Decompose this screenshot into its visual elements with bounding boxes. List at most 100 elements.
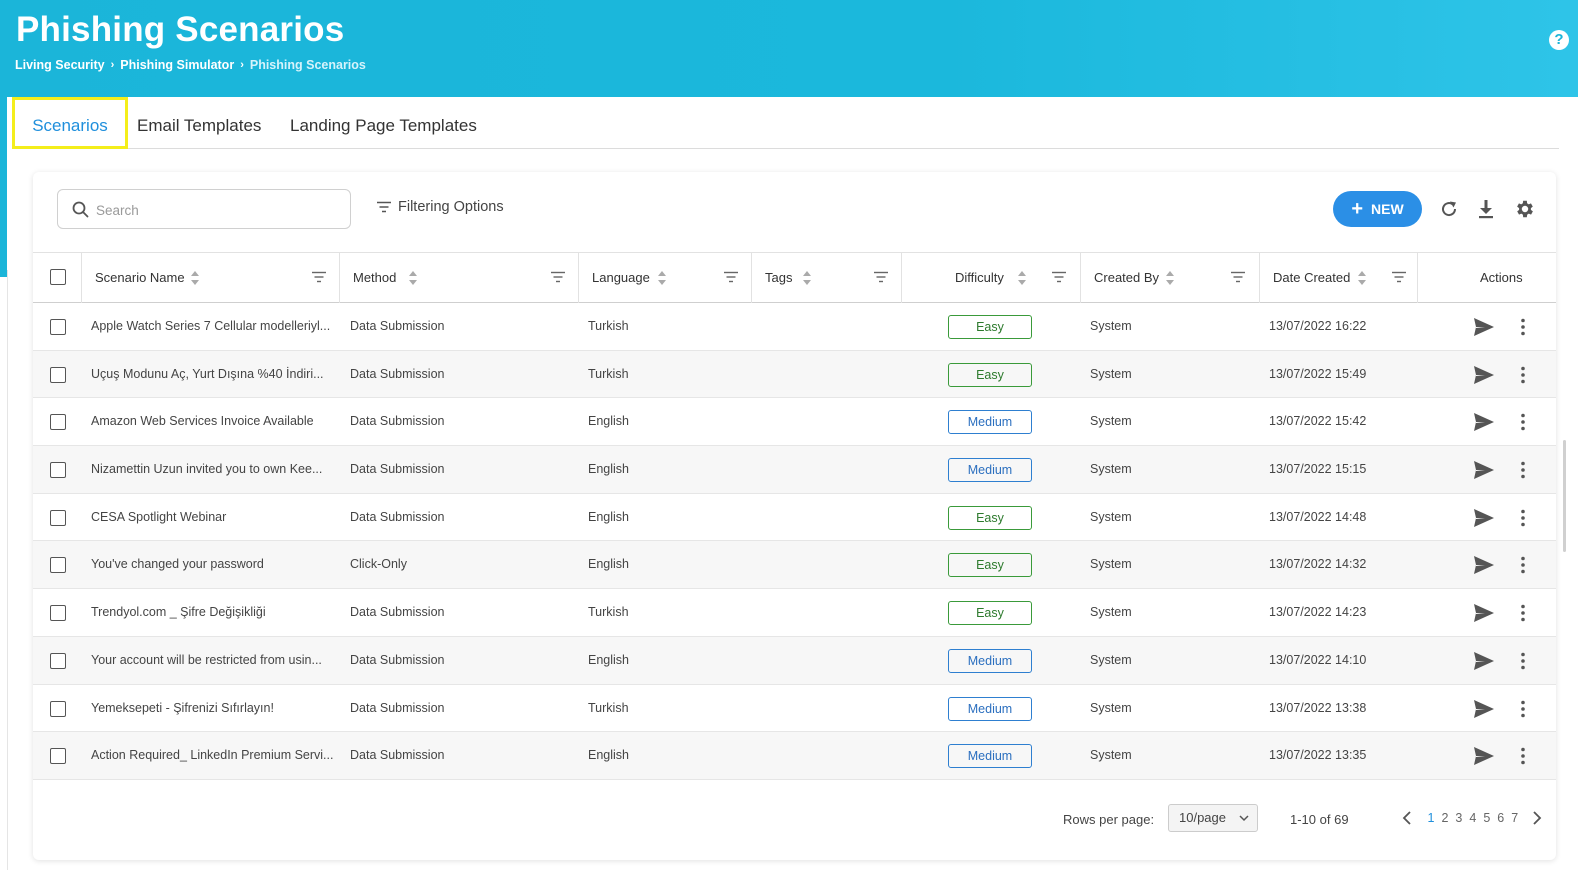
- more-options-icon[interactable]: [1517, 699, 1529, 719]
- send-icon[interactable]: [1473, 555, 1495, 575]
- column-method[interactable]: Method: [340, 253, 579, 303]
- more-options-icon[interactable]: [1517, 460, 1529, 480]
- rows-per-page-select[interactable]: 10/page: [1168, 804, 1258, 832]
- send-icon[interactable]: [1473, 365, 1495, 385]
- filtering-options-button[interactable]: Filtering Options: [376, 199, 504, 215]
- page-number[interactable]: 6: [1497, 811, 1504, 825]
- tab-scenarios[interactable]: Scenarios: [12, 97, 128, 149]
- row-checkbox[interactable]: [50, 652, 66, 669]
- scenario-name-cell[interactable]: Trendyol.com _ Şifre Değişikliği: [91, 589, 336, 636]
- filter-icon[interactable]: [1051, 271, 1067, 283]
- sort-icon[interactable]: [802, 270, 812, 286]
- filter-icon[interactable]: [1230, 271, 1246, 283]
- more-options-icon[interactable]: [1517, 746, 1529, 766]
- table-row[interactable]: Apple Watch Series 7 Cellular modelleriy…: [33, 303, 1556, 351]
- more-options-icon[interactable]: [1517, 508, 1529, 528]
- sort-icon[interactable]: [190, 270, 200, 286]
- select-all-checkbox[interactable]: [50, 269, 66, 285]
- column-created-by[interactable]: Created By: [1081, 253, 1260, 303]
- table-row[interactable]: Yemeksepeti - Şifrenizi Sıfırlayın! Data …: [33, 685, 1556, 733]
- send-icon[interactable]: [1473, 603, 1495, 623]
- column-scenario-name[interactable]: Scenario Name: [82, 253, 340, 303]
- help-icon[interactable]: ?: [1549, 30, 1569, 50]
- sort-icon[interactable]: [408, 270, 418, 286]
- scenario-name-cell[interactable]: Action Required_ LinkedIn Premium Servi.…: [91, 732, 336, 779]
- page-number[interactable]: 7: [1511, 811, 1518, 825]
- send-icon[interactable]: [1473, 508, 1495, 528]
- date-created-cell: 13/07/2022 13:38: [1269, 700, 1367, 715]
- column-language[interactable]: Language: [579, 253, 752, 303]
- table-row[interactable]: Trendyol.com _ Şifre Değişikliği Data Sub…: [33, 589, 1556, 637]
- filter-icon[interactable]: [311, 271, 327, 283]
- row-checkbox[interactable]: [50, 605, 66, 622]
- scenario-name-cell[interactable]: You've changed your password: [91, 541, 336, 588]
- tab-email-templates[interactable]: Email Templates: [137, 97, 261, 149]
- send-icon[interactable]: [1473, 412, 1495, 432]
- row-checkbox[interactable]: [50, 462, 66, 479]
- table-row[interactable]: Amazon Web Services Invoice Available Dat…: [33, 398, 1556, 447]
- send-icon[interactable]: [1473, 651, 1495, 671]
- row-checkbox[interactable]: [50, 319, 66, 335]
- sort-icon[interactable]: [657, 270, 667, 286]
- more-options-icon[interactable]: [1517, 603, 1529, 623]
- tags-cell: [764, 303, 884, 350]
- search-input[interactable]: [96, 198, 336, 222]
- page-number[interactable]: 4: [1469, 811, 1476, 825]
- table-row[interactable]: You've changed your password Click-Only En…: [33, 541, 1556, 590]
- breadcrumb-item-living-security[interactable]: Living Security: [15, 58, 105, 72]
- page-number[interactable]: 3: [1455, 811, 1462, 825]
- send-icon[interactable]: [1473, 699, 1495, 719]
- more-options-icon[interactable]: [1517, 317, 1529, 337]
- scenario-name-cell[interactable]: Uçuş Modunu Aç, Yurt Dışına %40 İndiri..…: [91, 351, 336, 398]
- download-icon[interactable]: [1475, 198, 1497, 220]
- send-icon[interactable]: [1473, 317, 1495, 337]
- send-icon[interactable]: [1473, 746, 1495, 766]
- more-options-icon[interactable]: [1517, 412, 1529, 432]
- refresh-icon[interactable]: [1438, 198, 1460, 220]
- row-checkbox[interactable]: [50, 414, 66, 431]
- breadcrumb-item-phishing-simulator[interactable]: Phishing Simulator: [120, 58, 234, 72]
- date-created-cell: 13/07/2022 15:49: [1269, 366, 1367, 381]
- column-difficulty[interactable]: Difficulty: [902, 253, 1081, 303]
- filter-icon[interactable]: [1391, 271, 1407, 283]
- next-page-icon[interactable]: [1530, 810, 1544, 826]
- scenario-name-cell[interactable]: Amazon Web Services Invoice Available: [91, 398, 336, 445]
- table-row[interactable]: CESA Spotlight Webinar Data Submission Eng…: [33, 494, 1556, 542]
- column-date-created[interactable]: Date Created: [1260, 253, 1418, 303]
- sort-icon[interactable]: [1017, 270, 1027, 286]
- scrollbar[interactable]: [1563, 440, 1566, 552]
- table-row[interactable]: Action Required_ LinkedIn Premium Servi.…: [33, 732, 1556, 780]
- method-cell: Data Submission: [350, 462, 445, 477]
- row-checkbox[interactable]: [50, 509, 66, 526]
- scenario-name-cell[interactable]: Yemeksepeti - Şifrenizi Sıfırlayın!: [91, 685, 336, 732]
- row-checkbox[interactable]: [50, 557, 66, 574]
- scenario-name-cell[interactable]: CESA Spotlight Webinar: [91, 494, 336, 541]
- settings-icon[interactable]: [1514, 198, 1536, 220]
- sort-icon[interactable]: [1357, 270, 1367, 286]
- filter-icon[interactable]: [723, 271, 739, 283]
- prev-page-icon[interactable]: [1400, 810, 1414, 826]
- table-row[interactable]: Your account will be restricted from usi…: [33, 636, 1556, 685]
- new-scenario-button[interactable]: + NEW: [1333, 191, 1422, 227]
- scenario-name-cell[interactable]: Nizamettin Uzun invited you to own Kee..…: [91, 446, 336, 493]
- row-checkbox[interactable]: [50, 700, 66, 717]
- page-number[interactable]: 2: [1441, 811, 1448, 825]
- table-row[interactable]: Uçuş Modunu Aç, Yurt Dışına %40 İndiri..…: [33, 350, 1556, 399]
- created-by-cell: System: [1090, 366, 1132, 381]
- more-options-icon[interactable]: [1517, 555, 1529, 575]
- scenario-name-cell[interactable]: Apple Watch Series 7 Cellular modelleriy…: [91, 303, 336, 350]
- page-number[interactable]: 5: [1483, 811, 1490, 825]
- filter-icon[interactable]: [550, 271, 566, 283]
- table-row[interactable]: Nizamettin Uzun invited you to own Kee..…: [33, 446, 1556, 494]
- row-checkbox[interactable]: [50, 366, 66, 383]
- sort-icon[interactable]: [1165, 270, 1175, 286]
- send-icon[interactable]: [1473, 460, 1495, 480]
- row-checkbox[interactable]: [50, 748, 66, 765]
- more-options-icon[interactable]: [1517, 651, 1529, 671]
- more-options-icon[interactable]: [1517, 365, 1529, 385]
- filter-icon[interactable]: [873, 271, 889, 283]
- column-tags[interactable]: Tags: [752, 253, 902, 303]
- scenario-name-cell[interactable]: Your account will be restricted from usi…: [91, 637, 336, 684]
- page-number[interactable]: 1: [1428, 811, 1435, 825]
- tab-landing-page-templates[interactable]: Landing Page Templates: [290, 97, 477, 149]
